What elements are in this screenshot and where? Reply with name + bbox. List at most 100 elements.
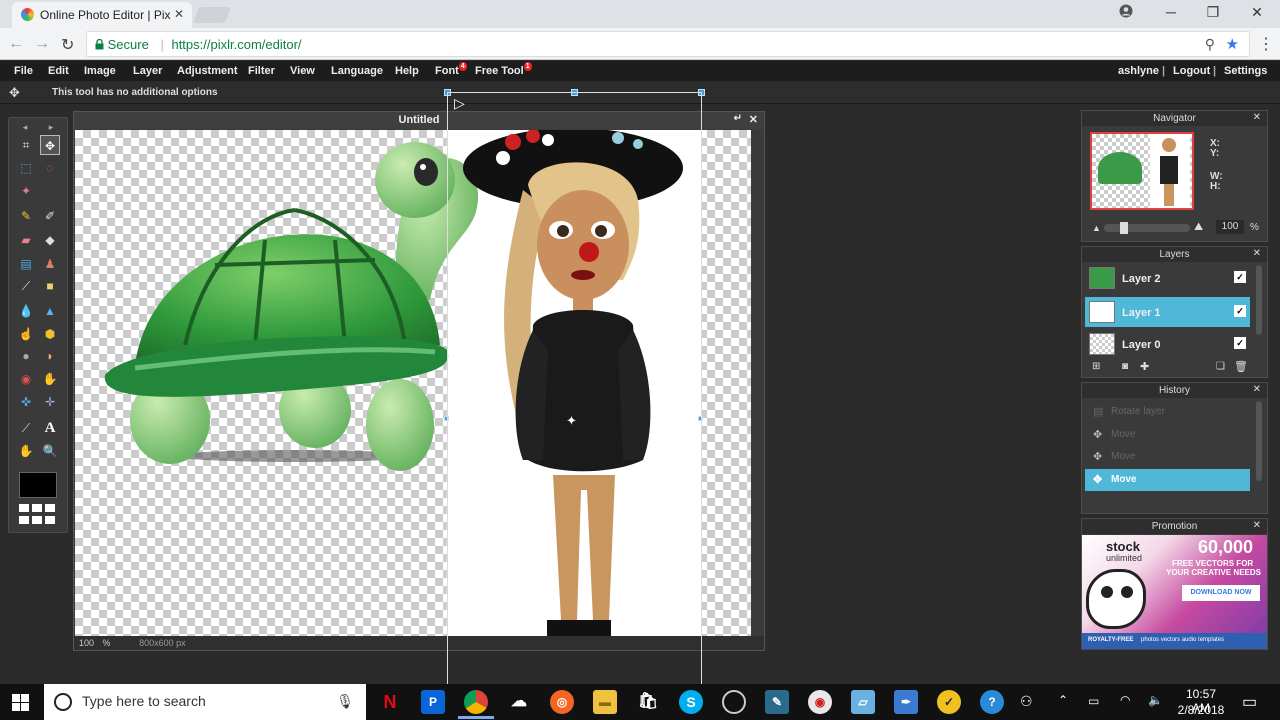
battery-icon[interactable]: ▭ xyxy=(1088,694,1099,708)
move-tool-icon[interactable]: ✥ xyxy=(40,135,60,155)
menu-filter[interactable]: Filter xyxy=(248,65,275,77)
layer-visibility-checkbox[interactable]: ✓ xyxy=(1234,271,1246,283)
skype-app-icon[interactable]: S xyxy=(679,690,703,714)
navigator-zoom-in-icon[interactable]: ⛰ xyxy=(1194,221,1203,234)
document-close-icon[interactable]: ✕ xyxy=(749,113,758,126)
image-canvas[interactable] xyxy=(75,130,751,637)
marquee-tool-icon[interactable]: ⬚ xyxy=(16,158,36,178)
color-replace-tool-icon[interactable]: ⟋ xyxy=(16,418,36,438)
history-scrollbar[interactable] xyxy=(1256,401,1262,481)
drop-tool-icon[interactable]: 💧 xyxy=(16,301,36,321)
clock-date[interactable]: 2/8/2018 xyxy=(1176,703,1226,717)
smudge-tool-icon[interactable]: ☝ xyxy=(16,324,36,344)
people-icon[interactable]: ⚇ xyxy=(1020,693,1033,710)
sponge-tool-icon[interactable]: ⬢ xyxy=(40,324,60,344)
layer-settings-icon[interactable]: ⊞ xyxy=(1092,361,1100,372)
minimize-button[interactable]: ─ xyxy=(1156,4,1186,24)
paint-app-icon[interactable]: ◉ xyxy=(808,690,832,714)
primary-color-swatch[interactable] xyxy=(19,472,57,498)
wifi-icon[interactable]: ◠ xyxy=(1120,693,1130,707)
zoom-tool-icon[interactable]: 🔍 xyxy=(40,441,60,461)
reload-icon[interactable]: ↻ xyxy=(61,35,74,55)
hand-tool-icon[interactable]: ✋ xyxy=(16,441,36,461)
history-item[interactable]: ✥ Move xyxy=(1085,446,1250,468)
netflix-app-icon[interactable]: N xyxy=(378,690,402,714)
layers-close-icon[interactable]: ✕ xyxy=(1253,248,1261,259)
profile-icon[interactable] xyxy=(1112,4,1140,24)
new-tab-button[interactable] xyxy=(193,7,231,23)
navigator-zoom-slider[interactable] xyxy=(1104,222,1190,234)
menu-font[interactable]: Font 4 xyxy=(435,62,467,77)
windows-start-icon[interactable] xyxy=(12,694,29,714)
tab-close-icon[interactable]: ✕ xyxy=(174,7,184,21)
navigator-thumbnail[interactable] xyxy=(1090,132,1194,210)
restore-button[interactable]: ❐ xyxy=(1198,4,1228,24)
url-input[interactable]: Secure | https://pixlr.com/editor/ ⚲ ★ xyxy=(86,31,1250,57)
menu-edit[interactable]: Edit xyxy=(48,65,69,77)
dodge-tool-icon[interactable]: ◗ xyxy=(40,346,60,366)
layer-row[interactable]: Layer 2 ✓ xyxy=(1085,263,1250,293)
menu-adjustment[interactable]: Adjustment xyxy=(177,65,238,77)
crop-tool-icon[interactable]: ⌗ xyxy=(16,135,36,155)
norton-app-icon[interactable]: ✓ xyxy=(937,690,961,714)
pen-app-icon[interactable]: ✒ xyxy=(894,690,918,714)
layer-row-selected[interactable]: Layer 1 ✓ xyxy=(1085,297,1250,327)
back-icon[interactable]: ← xyxy=(8,35,24,53)
soundcloud-app-icon[interactable]: ☁ xyxy=(507,690,531,714)
steam-app-icon[interactable] xyxy=(722,690,746,714)
new-layer-icon[interactable]: ❏ xyxy=(1216,361,1225,372)
zoom-icon[interactable]: ⚲ xyxy=(1205,36,1215,53)
menu-file[interactable]: File xyxy=(14,65,33,77)
text-tool-icon[interactable]: A xyxy=(40,418,60,438)
file-explorer-icon[interactable]: ▬ xyxy=(593,690,617,714)
navigator-close-icon[interactable]: ✕ xyxy=(1253,112,1261,123)
tray-chevron-icon[interactable]: ⌃ xyxy=(1058,693,1068,707)
redeye-tool-icon[interactable]: ◉ xyxy=(16,369,36,389)
history-item[interactable]: ✥ Move xyxy=(1085,424,1250,446)
toolbox-collapse-left-icon[interactable]: ◂ xyxy=(15,117,35,137)
navigator-zoom-input[interactable]: 100 xyxy=(1216,220,1244,234)
promotion-ad-banner[interactable]: stock unlimited 60,000 FREE VECTORS FOR … xyxy=(1082,535,1267,649)
logout-link[interactable]: Logout xyxy=(1173,65,1210,77)
shape-tool-icon[interactable]: ■ xyxy=(40,276,60,296)
menu-layer[interactable]: Layer xyxy=(133,65,162,77)
browser-tab[interactable]: Online Photo Editor | Pix ✕ xyxy=(12,2,192,28)
chrome-app-icon[interactable] xyxy=(464,690,488,714)
layer-mask-icon[interactable]: ◙ xyxy=(1122,361,1128,372)
layer-row[interactable]: Layer 0 ✓ xyxy=(1085,329,1250,359)
pandora-app-icon[interactable]: P xyxy=(421,690,445,714)
spot-heal-tool-icon[interactable]: ✋ xyxy=(40,369,60,389)
eraser-tool-icon[interactable]: ▰ xyxy=(16,230,36,250)
transform-bounding-box[interactable] xyxy=(447,130,702,637)
browser-menu-icon[interactable]: ⋮ xyxy=(1258,34,1274,54)
user-name[interactable]: ashlyne xyxy=(1118,65,1159,77)
menu-image[interactable]: Image xyxy=(84,65,116,77)
layer-visibility-checkbox[interactable]: ✓ xyxy=(1234,337,1246,349)
burn-tool-icon[interactable]: ● xyxy=(16,346,36,366)
bookmark-star-icon[interactable]: ★ xyxy=(1226,35,1239,53)
action-center-icon[interactable]: ▭ xyxy=(1242,692,1257,712)
close-window-button[interactable]: ✕ xyxy=(1242,4,1272,24)
note-app-icon[interactable]: ▱ xyxy=(851,690,875,714)
history-item[interactable]: ▤ Rotate layer xyxy=(1085,401,1250,423)
promo-download-button[interactable]: DOWNLOAD NOW xyxy=(1182,585,1260,601)
transform-pivot-icon[interactable]: ✦ xyxy=(566,413,577,429)
pencil-tool-icon[interactable]: ✎ xyxy=(16,206,36,226)
picker-tool-icon[interactable]: ⟋ xyxy=(16,276,36,296)
pinch-tool-icon[interactable]: ✛ xyxy=(40,392,60,412)
stamp-tool-icon[interactable]: ♟ xyxy=(40,254,60,274)
menu-free-tool[interactable]: Free Tool 1 xyxy=(475,62,532,77)
forward-icon[interactable]: → xyxy=(34,35,50,53)
toolbox-collapse-right-icon[interactable]: ▸ xyxy=(41,117,61,137)
origin-app-icon[interactable]: ◎ xyxy=(550,690,574,714)
gradient-tool-icon[interactable]: ▤ xyxy=(16,254,36,274)
navigator-zoom-knob[interactable] xyxy=(1119,222,1128,234)
bucket-tool-icon[interactable]: ◆ xyxy=(40,230,60,250)
layers-scrollbar[interactable] xyxy=(1256,265,1262,335)
store-app-icon[interactable]: 🛍 xyxy=(636,690,660,714)
layer-visibility-checkbox[interactable]: ✓ xyxy=(1234,305,1246,317)
promotion-close-icon[interactable]: ✕ xyxy=(1253,520,1261,531)
pixlr-app-icon[interactable]: ✎ xyxy=(765,690,789,714)
delete-layer-icon[interactable]: 🗑 xyxy=(1234,360,1248,373)
layer-style-icon[interactable]: ✚ xyxy=(1140,360,1149,373)
